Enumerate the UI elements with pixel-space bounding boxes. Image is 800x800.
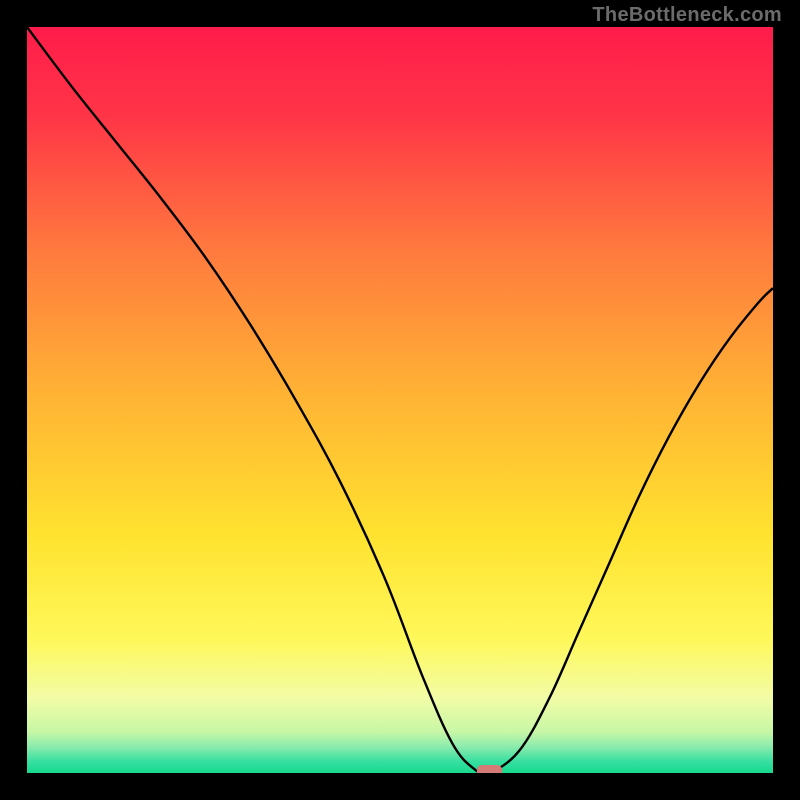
chart-frame: TheBottleneck.com [0,0,800,800]
optimal-marker [477,765,502,773]
plot-area [27,27,773,773]
watermark-text: TheBottleneck.com [592,4,782,27]
bottleneck-chart [27,27,773,773]
gradient-background [27,27,773,773]
